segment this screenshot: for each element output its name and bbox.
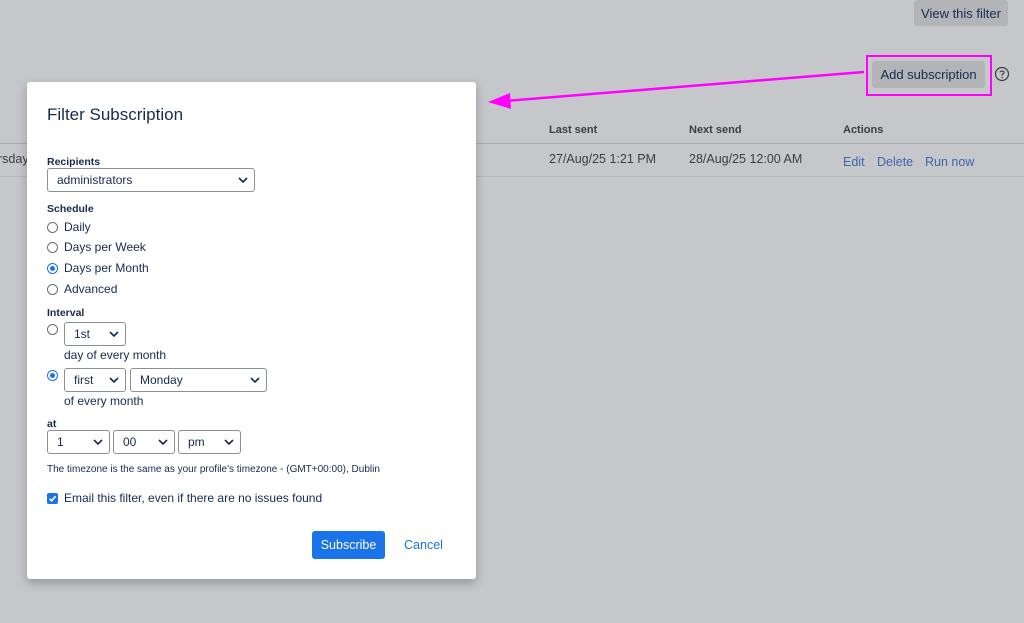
day-of-month-value: 1st (74, 327, 91, 341)
hour-select[interactable]: 1 (47, 430, 110, 454)
cancel-button[interactable]: Cancel (397, 531, 450, 559)
edit-link[interactable]: Edit (843, 155, 865, 169)
radio-label: Advanced (64, 282, 118, 296)
email-filter-checkbox-label[interactable]: Email this filter, even if there are no … (64, 491, 322, 505)
schedule-option-days-per-month[interactable]: Days per Month (47, 261, 149, 275)
day-of-month-select[interactable]: 1st (64, 322, 126, 346)
radio-interval-day-of-month[interactable] (47, 324, 58, 335)
meridiem-select[interactable]: pm (178, 430, 241, 454)
hour-value: 1 (57, 435, 64, 449)
minute-value: 00 (123, 435, 137, 449)
schedule-option-daily[interactable]: Daily (47, 220, 91, 234)
last-sent-value: 27/Aug/25 1:21 PM (549, 152, 657, 166)
chevron-down-icon (109, 331, 119, 338)
delete-link[interactable]: Delete (877, 155, 913, 169)
filter-subscription-dialog: Filter Subscription Recipients administr… (27, 82, 476, 579)
checkmark-icon (48, 495, 57, 502)
radio-days-per-week[interactable] (47, 241, 58, 253)
radio-interval-weekday-of-month[interactable] (47, 370, 58, 381)
schedule-option-advanced[interactable]: Advanced (47, 282, 117, 296)
truncated-cell-text: rsday (0, 152, 29, 166)
next-send-value: 28/Aug/25 12:00 AM (689, 152, 803, 166)
ordinal-value: first (74, 373, 94, 387)
meridiem-value: pm (188, 435, 205, 449)
weekday-select[interactable]: Monday (130, 368, 267, 392)
weekday-value: Monday (140, 373, 183, 387)
question-circle-icon[interactable] (994, 66, 1010, 82)
view-filter-button[interactable]: View this filter (914, 0, 1008, 26)
day-of-every-month-text: day of every month (64, 348, 167, 362)
ordinal-select[interactable]: first (64, 368, 126, 392)
chevron-down-icon (93, 439, 103, 446)
column-header-next-send: Next send (689, 124, 742, 136)
run-now-link[interactable]: Run now (925, 155, 974, 169)
chevron-down-icon (109, 377, 119, 384)
of-every-month-text: of every month (64, 394, 144, 408)
recipients-label: Recipients (47, 156, 101, 168)
subscribe-button[interactable]: Subscribe (312, 531, 385, 559)
column-header-last-sent: Last sent (549, 124, 598, 136)
email-filter-checkbox[interactable] (47, 493, 58, 504)
chevron-down-icon (250, 377, 260, 384)
radio-advanced[interactable] (47, 283, 58, 295)
radio-days-per-month[interactable] (47, 262, 58, 274)
radio-label: Days per Month (64, 261, 149, 275)
chevron-down-icon (238, 177, 248, 184)
column-header-actions: Actions (843, 124, 884, 136)
interval-label: Interval (47, 307, 85, 319)
recipients-select[interactable]: administrators (47, 168, 255, 192)
schedule-option-days-per-week[interactable]: Days per Week (47, 240, 146, 254)
recipients-select-value: administrators (57, 173, 133, 187)
radio-daily[interactable] (47, 221, 58, 233)
chevron-down-icon (158, 439, 168, 446)
minute-select[interactable]: 00 (113, 430, 175, 454)
chevron-down-icon (224, 439, 234, 446)
radio-label: Daily (64, 220, 91, 234)
timezone-note: The timezone is the same as your profile… (47, 464, 380, 475)
annotation-highlight-box (866, 55, 992, 96)
at-label: at (47, 418, 57, 430)
dialog-title: Filter Subscription (47, 105, 184, 124)
radio-label: Days per Week (64, 240, 146, 254)
schedule-label: Schedule (47, 203, 94, 215)
